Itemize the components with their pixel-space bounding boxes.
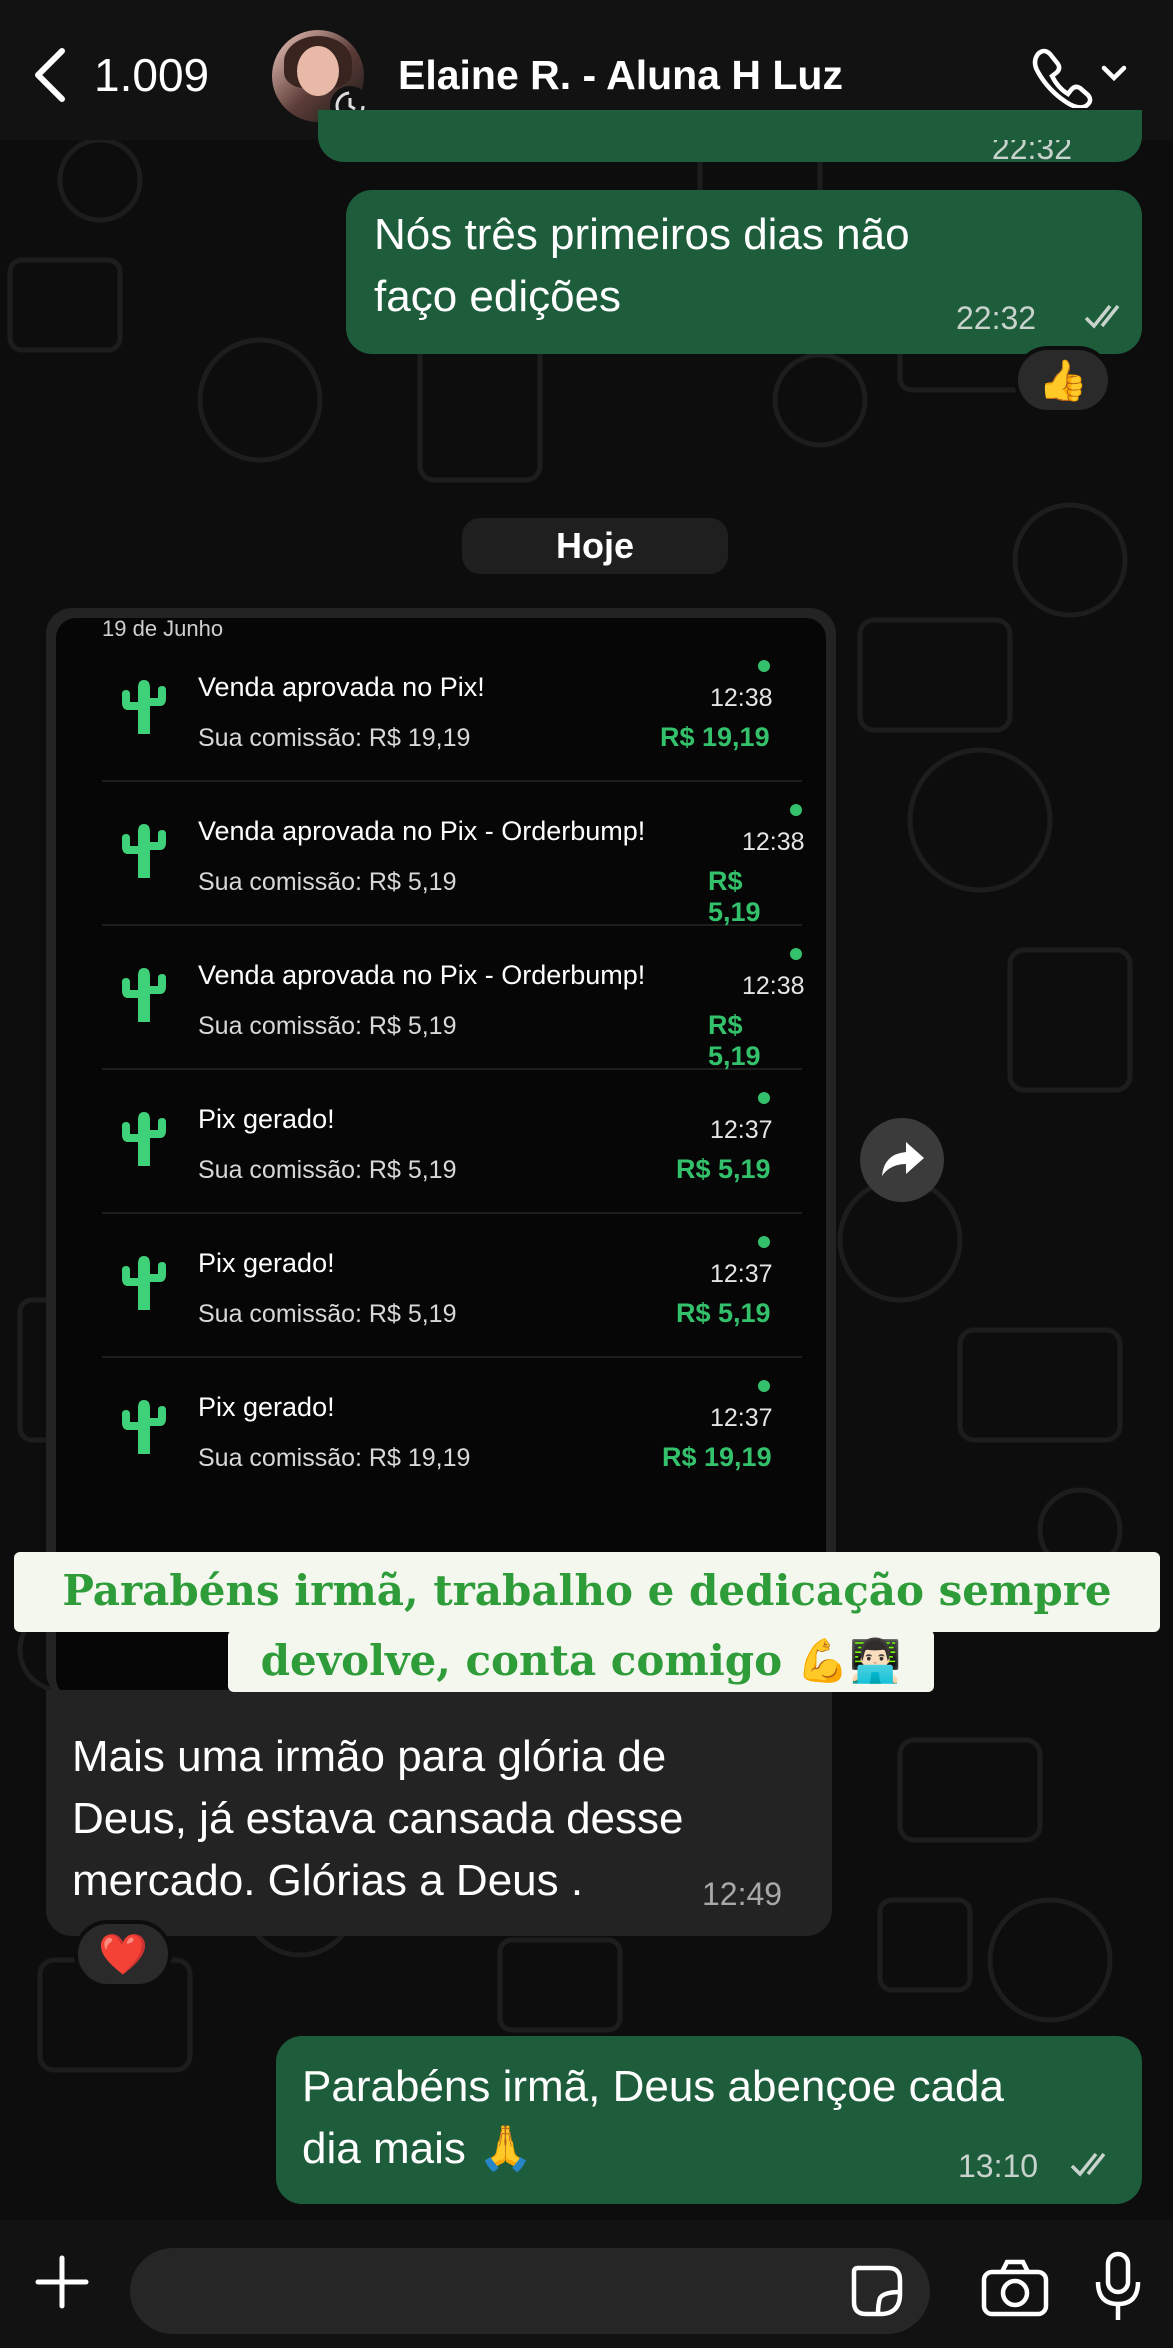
sticker-button[interactable]: [848, 2262, 906, 2320]
notification-amount: R$ 19,19: [662, 1442, 772, 1472]
cactus-icon: [122, 1400, 166, 1454]
phone-icon: [1032, 48, 1127, 110]
notification-time: 12:37: [710, 1116, 773, 1144]
forward-button[interactable]: [860, 1118, 944, 1202]
attach-button[interactable]: [30, 2250, 94, 2314]
notification-item: Pix gerado! Sua comissão: R$ 5,19 12:37 …: [102, 1214, 802, 1358]
notification-title: Pix gerado!: [198, 1104, 335, 1134]
unread-dot: [790, 948, 802, 960]
notification-item: Pix gerado! Sua comissão: R$ 5,19 12:37 …: [102, 1070, 802, 1214]
cactus-icon: [122, 680, 166, 734]
notification-amount: R$ 5,19: [676, 1298, 771, 1328]
reaction-badge[interactable]: ❤️: [74, 1920, 172, 1988]
message-time: 22:32: [991, 130, 1072, 166]
notification-time: 12:38: [742, 828, 805, 856]
mic-button[interactable]: [1090, 2250, 1146, 2324]
notification-amount: R$ 19,19: [660, 722, 770, 752]
message-time: 12:49: [702, 1876, 783, 1912]
notification-item: Pix gerado! Sua comissão: R$ 19,19 12:37…: [102, 1358, 802, 1502]
notification-time: 12:38: [710, 684, 773, 712]
cactus-icon: [122, 1256, 166, 1310]
mic-icon: [1095, 2251, 1141, 2320]
cactus-icon: [122, 824, 166, 878]
message-text: Parabéns irmã, Deus abençoe cada dia mai…: [302, 2062, 1004, 2173]
chevron-down-icon: [1101, 65, 1127, 82]
unread-dot: [790, 804, 802, 816]
message-bubble-outgoing[interactable]: Nós três primeiros dias não faço edições…: [346, 190, 1142, 354]
notification-time: 12:37: [710, 1260, 773, 1288]
notification-amount: R$ 5,19: [708, 1010, 761, 1071]
notification-title: Pix gerado!: [198, 1392, 335, 1422]
double-check-icon: [1084, 304, 1120, 329]
unread-dot: [758, 1092, 770, 1104]
notification-title: Venda aprovada no Pix - Orderbump!: [198, 816, 646, 846]
reaction-badge[interactable]: 👍: [1014, 346, 1112, 414]
notification-title: Venda aprovada no Pix - Orderbump!: [198, 960, 646, 990]
message-text: Mais uma irmão para glória de Deus, já e…: [72, 1732, 684, 1905]
unread-dot: [758, 1236, 770, 1248]
date-divider-label: Hoje: [555, 525, 634, 566]
message-input[interactable]: [130, 2248, 930, 2334]
notification-subtitle: Sua comissão: R$ 5,19: [198, 1012, 457, 1040]
message-time: 22:32: [956, 300, 1037, 336]
unread-dot: [758, 660, 770, 672]
message-bubble-outgoing[interactable]: Parabéns irmã, Deus abençoe cada dia mai…: [276, 2036, 1142, 2204]
camera-icon: [981, 2259, 1049, 2317]
back-button[interactable]: 1.009: [30, 40, 240, 110]
double-check-icon: [1070, 2152, 1106, 2177]
composer-bar: [0, 2220, 1173, 2348]
notification-subtitle: Sua comissão: R$ 5,19: [198, 868, 457, 896]
notification-subtitle: Sua comissão: R$ 19,19: [198, 1444, 471, 1472]
notification-item: Venda aprovada no Pix - Orderbump! Sua c…: [102, 926, 805, 1071]
notification-amount: R$ 5,19: [676, 1154, 771, 1184]
camera-button[interactable]: [980, 2256, 1050, 2320]
caption-line-1: Parabéns irmã, trabalho e dedicação semp…: [14, 1552, 1160, 1632]
sticker-icon: [851, 2265, 903, 2317]
notification-time: 12:37: [710, 1404, 773, 1432]
date-divider: Hoje: [462, 518, 728, 574]
thumbs-up-reaction: 👍: [1038, 358, 1088, 403]
cactus-icon: [122, 968, 166, 1022]
message-bubble-incoming[interactable]: Mais uma irmão para glória de Deus, já e…: [46, 1690, 832, 1936]
cactus-icon: [122, 1112, 166, 1166]
unread-count: 1.009: [94, 49, 210, 101]
chevron-left-icon: [35, 48, 65, 102]
notification-item: Venda aprovada no Pix! Sua comissão: R$ …: [102, 638, 802, 782]
forward-icon: [882, 1142, 924, 1176]
heart-reaction: ❤️: [98, 1932, 148, 1977]
message-bubble-partial[interactable]: 22:32: [318, 110, 1142, 166]
unread-dot: [758, 1380, 770, 1392]
message-text: Nós três primeiros dias não faço edições: [374, 210, 910, 321]
caption-line-2: devolve, conta comigo 💪👨🏻‍💻: [228, 1630, 934, 1692]
notification-item: Venda aprovada no Pix - Orderbump! Sua c…: [102, 782, 805, 927]
notification-title: Pix gerado!: [198, 1248, 335, 1278]
plus-icon: [35, 2255, 89, 2309]
message-time: 13:10: [958, 2148, 1039, 2184]
notification-subtitle: Sua comissão: R$ 19,19: [198, 724, 471, 752]
notification-subtitle: Sua comissão: R$ 5,19: [198, 1300, 457, 1328]
contact-name[interactable]: Elaine R. - Aluna H Luz: [398, 52, 843, 99]
notification-subtitle: Sua comissão: R$ 5,19: [198, 1156, 457, 1184]
notification-amount: R$ 5,19: [708, 866, 761, 927]
notification-title: Venda aprovada no Pix!: [198, 672, 485, 702]
notification-screenshot[interactable]: 19 de Junho Venda aprovada no Pix! Sua c…: [56, 618, 826, 1698]
call-button[interactable]: [1030, 44, 1130, 110]
notification-time: 12:38: [742, 972, 805, 1000]
